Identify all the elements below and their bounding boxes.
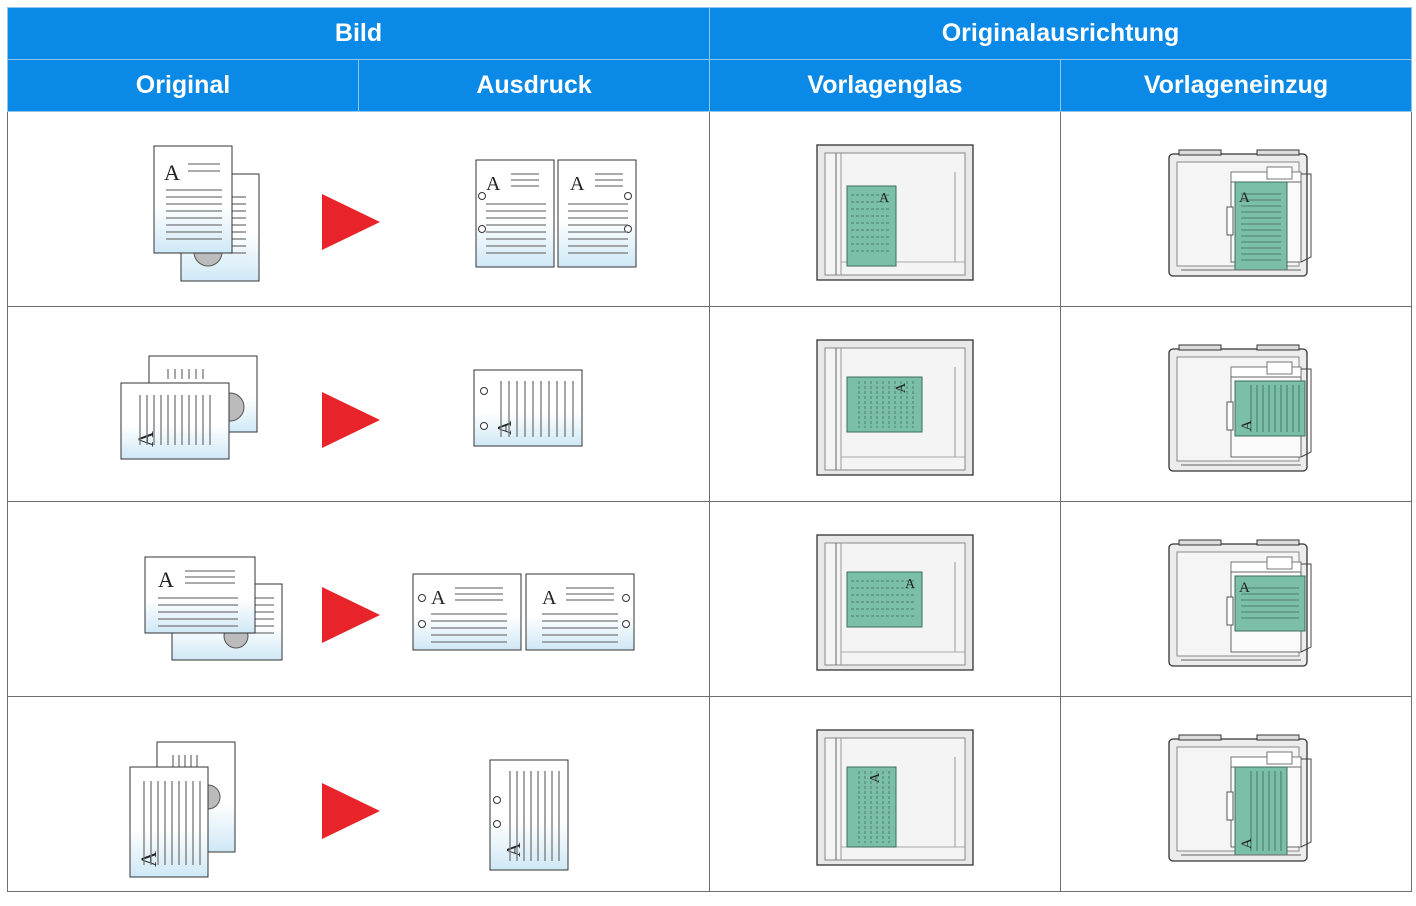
row-landscape-sideways: AA A A (7, 696, 1412, 892)
feeder-cell: A (1061, 307, 1411, 501)
orientation-letter: A (164, 160, 180, 185)
platen-glass-icon: A (816, 339, 974, 476)
platen-cell: A (710, 307, 1060, 501)
orientation-letter: A (136, 851, 161, 867)
bild-cell: AAA (8, 112, 709, 306)
row-portrait-upright: A A A A A (7, 111, 1412, 307)
platen-cell: A (710, 697, 1060, 891)
document-stack-icon: AAA (144, 556, 635, 661)
arrow-right-icon (322, 392, 380, 448)
orientation-letter: A (158, 567, 174, 592)
header-ausdruck: Ausdruck (358, 59, 710, 112)
orientation-letter: A (503, 842, 525, 857)
orientation-letter: A (570, 173, 585, 195)
bild-cell: AA (8, 697, 709, 891)
bild-cell: AA (8, 307, 709, 501)
header-originalausrichtung: Originalausrichtung (709, 7, 1412, 60)
document-feeder-icon: A (1168, 344, 1312, 472)
orientation-letter: A (494, 420, 516, 435)
feeder-cell: A (1061, 502, 1411, 696)
row-landscape-upright: AAA A A (7, 501, 1412, 697)
orientation-letter: A (1239, 420, 1255, 431)
document-feeder-icon: A (1168, 149, 1312, 277)
orientation-letter: A (868, 772, 883, 783)
header-original: Original (7, 59, 359, 112)
orientation-letter: A (431, 587, 446, 609)
orientation-letter: A (879, 191, 890, 206)
platen-glass-icon: A (816, 534, 974, 671)
header-bild: Bild (7, 7, 710, 60)
platen-glass-icon: A (816, 729, 974, 866)
row-portrait-sideways: AA A A (7, 306, 1412, 502)
platen-cell: A (710, 112, 1060, 306)
orientation-letter: A (486, 173, 501, 195)
document-stack-icon: AA (129, 741, 569, 878)
orientation-table: Bild Originalausrichtung Original Ausdru… (7, 7, 1412, 892)
arrow-right-icon (322, 194, 380, 250)
document-feeder-icon: A (1168, 539, 1312, 667)
orientation-letter: A (905, 577, 916, 592)
document-stack-icon: AAA (153, 145, 637, 282)
orientation-letter: A (1239, 838, 1255, 849)
orientation-letter: A (894, 382, 909, 393)
platen-cell: A (710, 502, 1060, 696)
platen-glass-icon: A (816, 144, 974, 281)
document-stack-icon: AA (120, 355, 583, 460)
orientation-letter: A (1239, 580, 1250, 596)
arrow-right-icon (322, 587, 380, 643)
bild-cell: AAA (8, 502, 709, 696)
header-vorlageneinzug: Vorlageneinzug (1060, 59, 1412, 112)
feeder-cell: A (1061, 697, 1411, 891)
arrow-right-icon (322, 783, 380, 839)
header-vorlagenglas: Vorlagenglas (709, 59, 1061, 112)
document-feeder-icon: A (1168, 734, 1312, 862)
orientation-letter: A (1239, 190, 1250, 206)
feeder-cell: A (1061, 112, 1411, 306)
orientation-letter: A (542, 587, 557, 609)
